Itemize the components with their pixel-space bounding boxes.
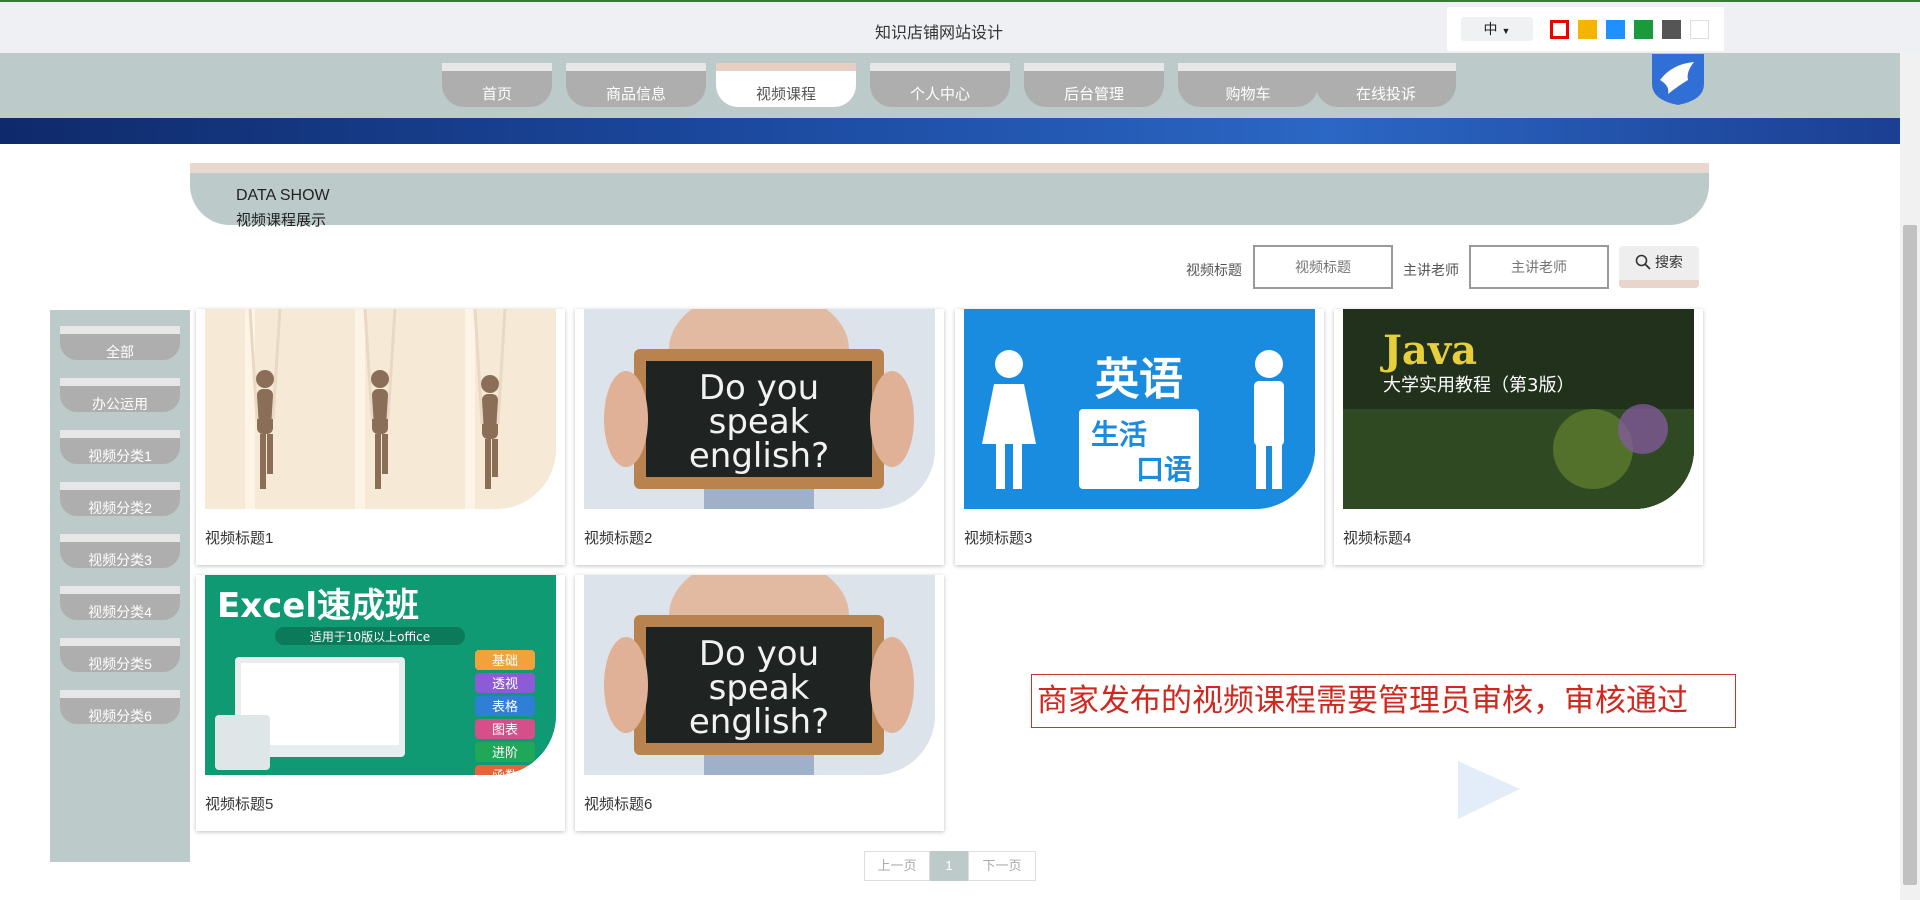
theme-swatch-white[interactable] [1690, 20, 1709, 39]
page-1-button[interactable]: 1 [930, 851, 968, 881]
section-header: DATA SHOW 视频课程展示 [190, 163, 1709, 229]
annotation-textbox[interactable]: 商家发布的视频课程需要管理员审核，审核通过 [1031, 674, 1736, 728]
nav-cart[interactable]: 购物车 [1178, 63, 1318, 107]
nav-home[interactable]: 首页 [442, 63, 552, 107]
video-card[interactable]: 英语 生活 口语 视频标题3 [955, 309, 1324, 565]
excel-tag-2: 透视 [492, 677, 518, 692]
video-card[interactable]: 视频标题1 [196, 309, 565, 565]
sign-line-1: 英语 [1095, 354, 1183, 405]
theme-swatch-green[interactable] [1634, 20, 1653, 39]
banner-image [0, 118, 1900, 144]
video-card[interactable]: Do you speak english? 视频标题2 [575, 309, 944, 565]
theme-swatch-yellow[interactable] [1578, 20, 1597, 39]
category-sidebar: 全部 办公运用 视频分类1 视频分类2 视频分类3 视频分类4 视频分类5 视频… [50, 310, 190, 862]
sign-line-3: 口语 [1136, 453, 1192, 486]
nav-complaints[interactable]: 在线投诉 [1316, 63, 1456, 107]
next-page-button[interactable]: 下一页 [968, 851, 1036, 881]
play-watermark-icon [1458, 761, 1520, 819]
video-card[interactable]: Java 大学实用教程（第3版） 视频标题4 [1334, 309, 1703, 565]
video-thumbnail-english-sign: Do you speak english? [584, 309, 935, 509]
video-title: 视频标题4 [1343, 530, 1412, 547]
toolbox: 中 ▼ [1447, 7, 1724, 51]
video-thumbnail-english-sign: Do you speak english? [584, 575, 935, 775]
video-thumbnail-excel: Excel速成班 适用于10版以上office 基础 透视 表格 图表 进阶 函… [205, 575, 556, 775]
book-subtitle: 大学实用教程（第3版） [1383, 375, 1574, 396]
video-card[interactable]: Do you speak english? 视频标题6 [575, 575, 944, 831]
language-selector[interactable]: 中 ▼ [1461, 17, 1533, 41]
excel-subtitle: 适用于10版以上office [310, 630, 430, 644]
video-title: 视频标题2 [584, 530, 653, 547]
category-office[interactable]: 办公运用 [60, 378, 180, 412]
theme-swatch-red[interactable] [1550, 20, 1569, 39]
search-button[interactable]: 搜索 [1619, 246, 1699, 288]
category-6[interactable]: 视频分类6 [60, 690, 180, 724]
excel-tag-6: 函数 [492, 769, 518, 775]
video-thumbnail-yoga [205, 309, 556, 509]
excel-tag-4: 图表 [492, 723, 518, 738]
sign-line-2: 生活 [1091, 418, 1147, 451]
video-title: 视频标题6 [584, 796, 653, 813]
language-label: 中 [1483, 21, 1498, 37]
category-4[interactable]: 视频分类4 [60, 586, 180, 620]
category-all[interactable]: 全部 [60, 326, 180, 360]
video-title: 视频标题1 [205, 530, 274, 547]
excel-tag-1: 基础 [492, 654, 518, 669]
book-title: Java [1380, 327, 1477, 374]
category-5[interactable]: 视频分类5 [60, 638, 180, 672]
sign-line-3: english? [689, 702, 829, 742]
category-1[interactable]: 视频分类1 [60, 430, 180, 464]
video-title: 视频标题5 [205, 796, 274, 813]
bird-shield-logo [1652, 54, 1704, 105]
site-title: 知识店铺网站设计 [875, 25, 1004, 42]
caret-down-icon: ▼ [1501, 26, 1511, 36]
prev-page-button[interactable]: 上一页 [864, 851, 930, 881]
search-button-label: 搜索 [1654, 254, 1683, 270]
theme-swatch-gray[interactable] [1662, 20, 1681, 39]
teacher-label: 主讲老师 [1403, 262, 1459, 278]
section-title-en: DATA SHOW [236, 187, 330, 204]
section-title-cn: 视频课程展示 [236, 212, 327, 229]
scrollbar-thumb[interactable] [1903, 225, 1917, 885]
video-title-input[interactable] [1253, 245, 1393, 289]
category-3[interactable]: 视频分类3 [60, 534, 180, 568]
category-2[interactable]: 视频分类2 [60, 482, 180, 516]
excel-title: Excel速成班 [217, 586, 419, 626]
excel-tag-5: 进阶 [492, 746, 518, 761]
teacher-input[interactable] [1469, 245, 1609, 289]
sign-line-3: english? [689, 436, 829, 476]
nav-products[interactable]: 商品信息 [566, 63, 706, 107]
video-thumbnail-english-life: 英语 生活 口语 [964, 309, 1315, 509]
search-icon [1635, 254, 1651, 270]
video-title-label: 视频标题 [1186, 262, 1242, 278]
nav-video-courses[interactable]: 视频课程 [716, 63, 856, 107]
nav-admin[interactable]: 后台管理 [1024, 63, 1164, 107]
video-thumbnail-java-book: Java 大学实用教程（第3版） [1343, 309, 1694, 509]
video-card[interactable]: Excel速成班 适用于10版以上office 基础 透视 表格 图表 进阶 函… [196, 575, 565, 831]
theme-swatch-blue[interactable] [1606, 20, 1625, 39]
excel-tag-3: 表格 [492, 699, 518, 715]
video-title: 视频标题3 [964, 530, 1033, 547]
nav-personal-center[interactable]: 个人中心 [870, 63, 1010, 107]
